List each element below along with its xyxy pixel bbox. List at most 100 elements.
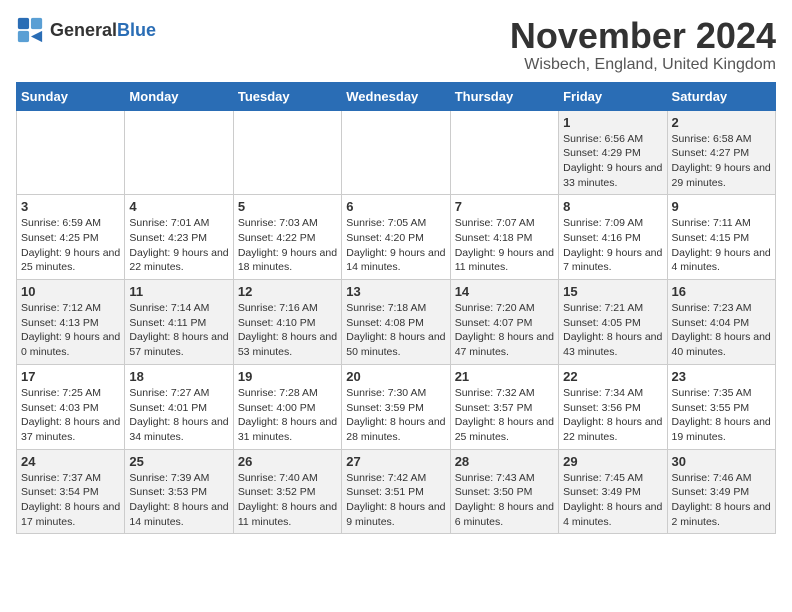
day-cell: 13Sunrise: 7:18 AM Sunset: 4:08 PM Dayli…: [342, 280, 450, 365]
day-number: 3: [21, 199, 120, 214]
day-info: Sunrise: 7:09 AM Sunset: 4:16 PM Dayligh…: [563, 216, 662, 275]
page-header: GeneralBlue November 2024 Wisbech, Engla…: [16, 16, 776, 74]
day-info: Sunrise: 7:35 AM Sunset: 3:55 PM Dayligh…: [672, 386, 771, 445]
day-info: Sunrise: 7:34 AM Sunset: 3:56 PM Dayligh…: [563, 386, 662, 445]
header-thursday: Thursday: [450, 82, 558, 110]
day-cell: 3 Sunrise: 6:59 AM Sunset: 4:25 PM Daylig…: [17, 195, 125, 280]
location-subtitle: Wisbech, England, United Kingdom: [510, 56, 776, 74]
day-info: Sunrise: 7:07 AM Sunset: 4:18 PM Dayligh…: [455, 216, 554, 275]
day-info: Sunrise: 7:05 AM Sunset: 4:20 PM Dayligh…: [346, 216, 445, 275]
day-number: 30: [672, 454, 771, 469]
day-cell: 5Sunrise: 7:03 AM Sunset: 4:22 PM Daylig…: [233, 195, 341, 280]
day-info: Sunrise: 7:42 AM Sunset: 3:51 PM Dayligh…: [346, 471, 445, 530]
day-number: 12: [238, 284, 337, 299]
day-info: Sunrise: 7:11 AM Sunset: 4:15 PM Dayligh…: [672, 216, 771, 275]
day-number: 9: [672, 199, 771, 214]
day-info: Sunrise: 7:01 AM Sunset: 4:23 PM Dayligh…: [129, 216, 228, 275]
day-cell: 17 Sunrise: 7:25 AM Sunset: 4:03 PM Dayli…: [17, 364, 125, 449]
day-number: 7: [455, 199, 554, 214]
header-friday: Friday: [559, 82, 667, 110]
day-cell: 28 Sunrise: 7:43 AM Sunset: 3:50 PM Dayli…: [450, 449, 558, 534]
day-info: Sunrise: 7:40 AM Sunset: 3:52 PM Dayligh…: [238, 471, 337, 530]
day-number: 21: [455, 369, 554, 384]
day-cell: 18Sunrise: 7:27 AM Sunset: 4:01 PM Dayli…: [125, 364, 233, 449]
logo-icon: [16, 16, 44, 44]
day-cell: 9 Sunrise: 7:11 AM Sunset: 4:15 PM Daylig…: [667, 195, 775, 280]
day-cell: 6Sunrise: 7:05 AM Sunset: 4:20 PM Daylig…: [342, 195, 450, 280]
calendar-table: SundayMondayTuesdayWednesdayThursdayFrid…: [16, 82, 776, 535]
day-cell: 27 Sunrise: 7:42 AM Sunset: 3:51 PM Dayli…: [342, 449, 450, 534]
day-cell: 21 Sunrise: 7:32 AM Sunset: 3:57 PM Dayli…: [450, 364, 558, 449]
day-cell: 19 Sunrise: 7:28 AM Sunset: 4:00 PM Dayli…: [233, 364, 341, 449]
day-number: 4: [129, 199, 228, 214]
day-info: Sunrise: 7:32 AM Sunset: 3:57 PM Dayligh…: [455, 386, 554, 445]
day-cell: 16 Sunrise: 7:23 AM Sunset: 4:04 PM Dayli…: [667, 280, 775, 365]
day-number: 10: [21, 284, 120, 299]
day-info: Sunrise: 6:56 AM Sunset: 4:29 PM Dayligh…: [563, 132, 662, 191]
day-cell: [125, 110, 233, 195]
day-info: Sunrise: 7:46 AM Sunset: 3:49 PM Dayligh…: [672, 471, 771, 530]
day-info: Sunrise: 7:27 AM Sunset: 4:01 PM Dayligh…: [129, 386, 228, 445]
day-info: Sunrise: 7:23 AM Sunset: 4:04 PM Dayligh…: [672, 301, 771, 360]
day-cell: [342, 110, 450, 195]
day-cell: 22 Sunrise: 7:34 AM Sunset: 3:56 PM Dayli…: [559, 364, 667, 449]
title-area: November 2024 Wisbech, England, United K…: [510, 16, 776, 74]
day-cell: 25Sunrise: 7:39 AM Sunset: 3:53 PM Dayli…: [125, 449, 233, 534]
day-info: Sunrise: 7:25 AM Sunset: 4:03 PM Dayligh…: [21, 386, 120, 445]
day-info: Sunrise: 7:28 AM Sunset: 4:00 PM Dayligh…: [238, 386, 337, 445]
week-row-2: 10 Sunrise: 7:12 AM Sunset: 4:13 PM Dayli…: [17, 280, 776, 365]
header-wednesday: Wednesday: [342, 82, 450, 110]
day-info: Sunrise: 7:30 AM Sunset: 3:59 PM Dayligh…: [346, 386, 445, 445]
week-row-1: 3 Sunrise: 6:59 AM Sunset: 4:25 PM Daylig…: [17, 195, 776, 280]
header-tuesday: Tuesday: [233, 82, 341, 110]
day-number: 20: [346, 369, 445, 384]
day-number: 11: [129, 284, 228, 299]
day-cell: 15 Sunrise: 7:21 AM Sunset: 4:05 PM Dayli…: [559, 280, 667, 365]
day-cell: 30 Sunrise: 7:46 AM Sunset: 3:49 PM Dayli…: [667, 449, 775, 534]
day-number: 26: [238, 454, 337, 469]
day-number: 14: [455, 284, 554, 299]
day-number: 15: [563, 284, 662, 299]
day-number: 27: [346, 454, 445, 469]
day-cell: 29 Sunrise: 7:45 AM Sunset: 3:49 PM Dayli…: [559, 449, 667, 534]
day-cell: 8 Sunrise: 7:09 AM Sunset: 4:16 PM Daylig…: [559, 195, 667, 280]
day-cell: 2 Sunrise: 6:58 AM Sunset: 4:27 PM Daylig…: [667, 110, 775, 195]
day-number: 19: [238, 369, 337, 384]
day-number: 24: [21, 454, 120, 469]
day-cell: 4 Sunrise: 7:01 AM Sunset: 4:23 PM Daylig…: [125, 195, 233, 280]
day-number: 8: [563, 199, 662, 214]
day-cell: 12 Sunrise: 7:16 AM Sunset: 4:10 PM Dayli…: [233, 280, 341, 365]
day-number: 29: [563, 454, 662, 469]
day-info: Sunrise: 7:21 AM Sunset: 4:05 PM Dayligh…: [563, 301, 662, 360]
day-info: Sunrise: 6:59 AM Sunset: 4:25 PM Dayligh…: [21, 216, 120, 275]
day-cell: 14Sunrise: 7:20 AM Sunset: 4:07 PM Dayli…: [450, 280, 558, 365]
day-info: Sunrise: 6:58 AM Sunset: 4:27 PM Dayligh…: [672, 132, 771, 191]
day-cell: 24 Sunrise: 7:37 AM Sunset: 3:54 PM Dayli…: [17, 449, 125, 534]
day-info: Sunrise: 7:39 AM Sunset: 3:53 PM Dayligh…: [129, 471, 228, 530]
day-info: Sunrise: 7:16 AM Sunset: 4:10 PM Dayligh…: [238, 301, 337, 360]
day-number: 2: [672, 115, 771, 130]
logo: GeneralBlue: [16, 16, 156, 44]
day-number: 22: [563, 369, 662, 384]
day-number: 28: [455, 454, 554, 469]
header-row: SundayMondayTuesdayWednesdayThursdayFrid…: [17, 82, 776, 110]
day-cell: 11Sunrise: 7:14 AM Sunset: 4:11 PM Dayli…: [125, 280, 233, 365]
header-monday: Monday: [125, 82, 233, 110]
month-title: November 2024: [510, 16, 776, 56]
day-cell: [17, 110, 125, 195]
day-number: 17: [21, 369, 120, 384]
day-cell: 7 Sunrise: 7:07 AM Sunset: 4:18 PM Daylig…: [450, 195, 558, 280]
day-cell: [233, 110, 341, 195]
day-info: Sunrise: 7:43 AM Sunset: 3:50 PM Dayligh…: [455, 471, 554, 530]
day-number: 16: [672, 284, 771, 299]
day-info: Sunrise: 7:03 AM Sunset: 4:22 PM Dayligh…: [238, 216, 337, 275]
day-number: 13: [346, 284, 445, 299]
day-info: Sunrise: 7:12 AM Sunset: 4:13 PM Dayligh…: [21, 301, 120, 360]
logo-general: General: [50, 20, 117, 40]
day-info: Sunrise: 7:45 AM Sunset: 3:49 PM Dayligh…: [563, 471, 662, 530]
day-cell: 26 Sunrise: 7:40 AM Sunset: 3:52 PM Dayli…: [233, 449, 341, 534]
day-info: Sunrise: 7:37 AM Sunset: 3:54 PM Dayligh…: [21, 471, 120, 530]
header-saturday: Saturday: [667, 82, 775, 110]
day-cell: 20 Sunrise: 7:30 AM Sunset: 3:59 PM Dayli…: [342, 364, 450, 449]
header-sunday: Sunday: [17, 82, 125, 110]
